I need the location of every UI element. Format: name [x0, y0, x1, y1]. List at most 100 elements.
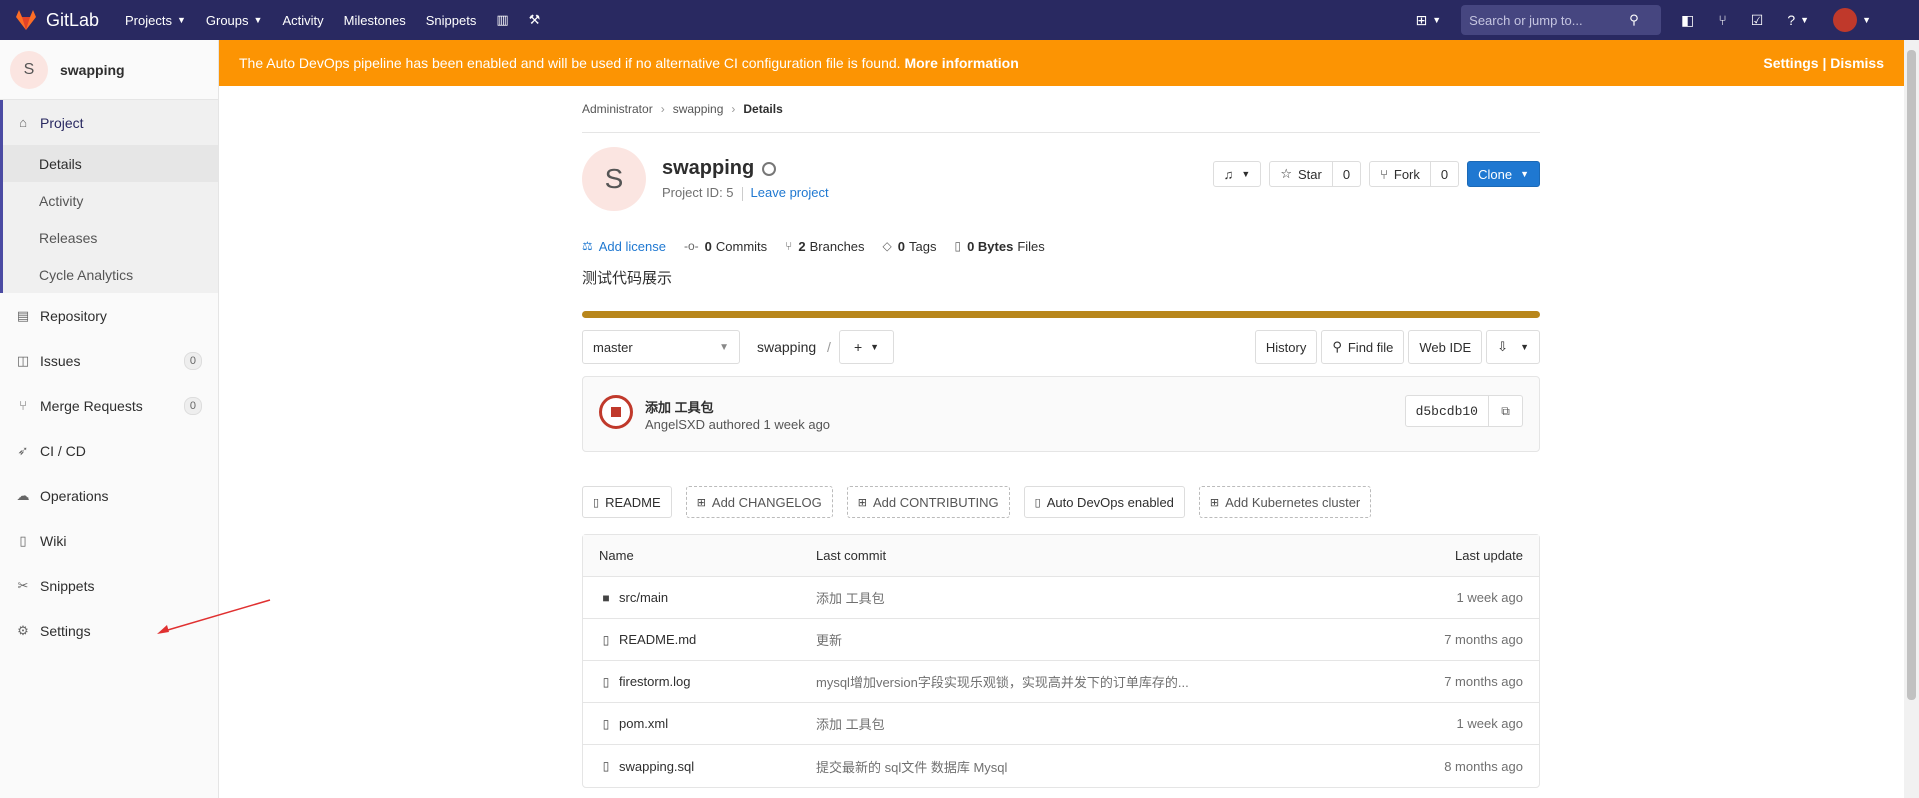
auto-devops-link[interactable]: ▯ Auto DevOps enabled [1023, 486, 1185, 518]
file-name[interactable]: README.md [619, 632, 696, 647]
history-button[interactable]: History [1254, 330, 1318, 364]
page-scrollbar[interactable] [1904, 40, 1919, 798]
file-last-commit[interactable]: 更新 [816, 630, 1363, 649]
file-icon: ▯ [602, 674, 610, 689]
fork-button[interactable]: ⑂ Fork [1369, 161, 1431, 187]
sidebar-subitem-releases[interactable]: Releases [3, 219, 218, 256]
quick-link-label: Add Kubernetes cluster [1225, 494, 1361, 510]
home-icon: ⌂ [19, 115, 27, 130]
star-label: Star [1297, 166, 1322, 182]
scrollbar-thumb[interactable] [1907, 50, 1916, 700]
nav-merge-requests[interactable]: ⑂ [1706, 0, 1738, 40]
sidebar-subitem-activity[interactable]: Activity [3, 182, 218, 219]
add-license-link[interactable]: ⚖ Add license [582, 239, 666, 254]
breadcrumb-item-project[interactable]: swapping [673, 102, 724, 116]
download-dropdown[interactable]: ⇩ ▼ [1486, 330, 1540, 364]
banner-settings-link[interactable]: Settings [1763, 55, 1818, 71]
file-last-commit[interactable]: 提交最新的 sql文件 数据库 Mysql [816, 757, 1363, 776]
last-commit-box: 添加 工具包 AngelSXD authored 1 week ago d5bc… [582, 376, 1540, 452]
sidebar-subitem-details[interactable]: Details [3, 145, 218, 182]
file-name[interactable]: swapping.sql [619, 759, 694, 774]
files-size-stat[interactable]: ▯ 0 Bytes Files [954, 239, 1044, 254]
nav-activity[interactable]: Activity [272, 0, 333, 40]
project-header: S swapping Project ID: 5 Leave project ♫ ▼… [582, 147, 1540, 229]
add-contributing-button[interactable]: ⊞ Add CONTRIBUTING [846, 486, 1010, 518]
leave-project-link[interactable]: Leave project [751, 185, 829, 200]
project-actions: ♫ ▼ ☆ Star 0 ⑂ Fork 0 Clone ▼ [1212, 161, 1540, 187]
table-row[interactable]: ▯ firestorm.log mysql增加version字段实现乐观锁，实现高… [583, 661, 1539, 703]
search-input[interactable] [1469, 12, 1630, 28]
add-file-dropdown[interactable]: + ▼ [839, 330, 894, 364]
clone-button[interactable]: Clone ▼ [1467, 161, 1540, 187]
sidebar-item-issues[interactable]: ◫ Issues 0 [0, 338, 218, 383]
path-separator: / [827, 339, 831, 355]
file-name[interactable]: firestorm.log [619, 674, 691, 689]
banner-dismiss-link[interactable]: Dismiss [1830, 55, 1884, 71]
nav-sidebar-toggle[interactable]: ◧ [1669, 0, 1706, 40]
file-name[interactable]: pom.xml [619, 716, 668, 731]
sidebar-item-project[interactable]: ⌂ Project [3, 100, 218, 145]
sidebar-item-ci-cd[interactable]: ➶ CI / CD [0, 428, 218, 473]
banner-text: The Auto DevOps pipeline has been enable… [239, 55, 901, 71]
nav-milestones[interactable]: Milestones [334, 0, 416, 40]
copy-sha-button[interactable]: ⧉ [1489, 395, 1523, 427]
web-ide-button[interactable]: Web IDE [1408, 330, 1483, 364]
star-button[interactable]: ☆ Star [1269, 161, 1333, 187]
file-last-commit[interactable]: mysql增加version字段实现乐观锁，实现高并发下的订单库存的... [816, 672, 1363, 691]
file-icon: ▯ [602, 632, 610, 647]
find-file-button[interactable]: ⚲ Find file [1321, 330, 1405, 364]
gitlab-brand[interactable]: GitLab [0, 9, 115, 31]
nav-admin[interactable]: ⚒ [519, 0, 551, 40]
search-icon: ⚲ [1332, 339, 1342, 354]
tags-stat[interactable]: ◇ 0 Tags [883, 239, 937, 254]
project-description: 测试代码展示 [582, 270, 673, 287]
file-last-commit[interactable]: 添加 工具包 [816, 588, 1363, 607]
commit-sha[interactable]: d5bcdb10 [1404, 395, 1489, 427]
repo-path-root[interactable]: swapping [757, 339, 816, 355]
notification-dropdown[interactable]: ♫ ▼ [1212, 161, 1262, 187]
commits-stat[interactable]: -o- 0 Commits [684, 239, 767, 254]
sidebar-item-wiki[interactable]: ▯ Wiki [0, 518, 218, 563]
table-row[interactable]: ■ src/main 添加 工具包 1 week ago [583, 577, 1539, 619]
table-row[interactable]: ▯ pom.xml 添加 工具包 1 week ago [583, 703, 1539, 745]
readme-link[interactable]: ▯ README [582, 486, 672, 518]
commit-title[interactable]: 添加 工具包 [645, 397, 714, 416]
search-icon: ⚲ [1629, 12, 1639, 27]
fork-count[interactable]: 0 [1430, 161, 1460, 187]
table-row[interactable]: ▯ swapping.sql 提交最新的 sql文件 数据库 Mysql 8 mo… [583, 745, 1539, 787]
file-icon: ▯ [602, 716, 610, 731]
add-changelog-button[interactable]: ⊞ Add CHANGELOG [685, 486, 833, 518]
avatar[interactable] [599, 395, 633, 429]
commit-author[interactable]: AngelSXD [645, 417, 705, 432]
nav-groups[interactable]: Groups ▼ [196, 0, 273, 40]
breadcrumb-item-administrator[interactable]: Administrator [582, 102, 653, 116]
new-dropdown[interactable]: ⊞ ▼ [1404, 0, 1454, 40]
add-kubernetes-button[interactable]: ⊞ Add Kubernetes cluster [1198, 486, 1372, 518]
nav-chart[interactable]: ▥ [486, 0, 518, 40]
sidebar-subitem-cycle-analytics[interactable]: Cycle Analytics [3, 256, 218, 293]
nav-todos[interactable]: ☑ [1739, 0, 1776, 40]
table-row[interactable]: ▯ README.md 更新 7 months ago [583, 619, 1539, 661]
file-name[interactable]: src/main [619, 590, 668, 605]
nav-user-menu[interactable]: ▼ [1821, 0, 1883, 40]
issues-count-badge: 0 [183, 352, 202, 370]
fork-label: Fork [1393, 166, 1420, 182]
branches-stat[interactable]: ⑂ 2 Branches [785, 239, 864, 254]
sidebar-item-merge-requests[interactable]: ⑂ Merge Requests 0 [0, 383, 218, 428]
sidebar-item-operations[interactable]: ☁ Operations [0, 473, 218, 518]
nav-help[interactable]: ? ▼ [1775, 0, 1821, 40]
files-size: 0 Bytes [967, 238, 1014, 254]
branch-select[interactable]: master ▼ [582, 330, 740, 364]
sidebar-project-header[interactable]: S swapping [0, 40, 218, 100]
star-count[interactable]: 0 [1332, 161, 1362, 187]
sidebar-item-label: Snippets [40, 577, 95, 594]
banner-more-info-link[interactable]: More information [904, 55, 1018, 71]
sidebar-item-repository[interactable]: ▤ Repository [0, 293, 218, 338]
file-last-commit[interactable]: 添加 工具包 [816, 714, 1363, 733]
nav-snippets[interactable]: Snippets [416, 0, 487, 40]
nav-projects[interactable]: Projects ▼ [115, 0, 196, 40]
banner-actions: Settings | Dismiss [1763, 55, 1884, 71]
breadcrumb-item-details[interactable]: Details [743, 102, 782, 116]
commit-meta: AngelSXD authored 1 week ago [645, 417, 830, 432]
chevron-down-icon: ▼ [253, 15, 263, 25]
